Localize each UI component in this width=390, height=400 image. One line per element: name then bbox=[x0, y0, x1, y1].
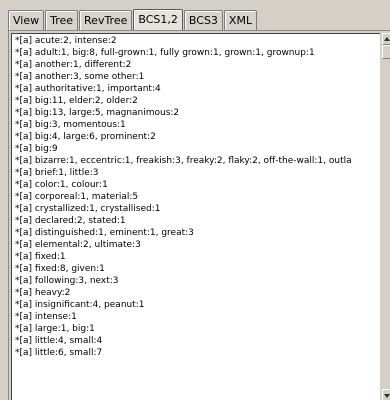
text-line: *[a] big:9 bbox=[15, 144, 58, 154]
tab-revtree[interactable]: RevTree bbox=[79, 10, 133, 30]
tab-panel: *[a] acute:2, intense:2 *[a] adult:1, bi… bbox=[8, 30, 390, 400]
text-line: *[a] brief:1, little:3 bbox=[15, 168, 99, 178]
text-line: *[a] bizarre:1, eccentric:1, freakish:3,… bbox=[15, 156, 352, 166]
text-line: *[a] corporeal:1, material:5 bbox=[15, 192, 139, 202]
text-line: *[a] acute:2, intense:2 bbox=[15, 36, 117, 46]
text-line: *[a] crystallized:1, crystallised:1 bbox=[15, 204, 161, 214]
text-line: *[a] big:11, elder:2, older:2 bbox=[15, 96, 138, 106]
tab-tree[interactable]: Tree bbox=[45, 10, 79, 30]
text-line: *[a] fixed:8, given:1 bbox=[15, 264, 105, 274]
text-line: *[a] following:3, next:3 bbox=[15, 276, 119, 286]
text-line: *[a] heavy:2 bbox=[15, 288, 71, 298]
text-line: *[a] color:1, colour:1 bbox=[15, 180, 108, 190]
text-line: *[a] another:3, some other:1 bbox=[15, 72, 145, 82]
text-line: *[a] elemental:2, ultimate:3 bbox=[15, 240, 141, 250]
tab-bcs12[interactable]: BCS1,2 bbox=[133, 9, 183, 30]
text-line: *[a] big:3, momentous:1 bbox=[15, 120, 126, 130]
text-line: *[a] distinguished:1, eminent:1, great:3 bbox=[15, 228, 194, 238]
scroll-up-arrow-icon[interactable] bbox=[382, 33, 390, 45]
text-line: *[a] insignificant:4, peanut:1 bbox=[15, 300, 145, 310]
text-line: *[a] large:1, big:1 bbox=[15, 324, 95, 334]
text-line: *[a] declared:2, stated:1 bbox=[15, 216, 126, 226]
text-line: *[a] adult:1, big:8, full-grown:1, fully… bbox=[15, 48, 315, 58]
text-line: *[a] big:13, large:5, magnanimous:2 bbox=[15, 108, 180, 118]
text-line: *[a] little:6, small:7 bbox=[15, 348, 103, 358]
text-line: *[a] fixed:1 bbox=[15, 252, 66, 262]
tab-view[interactable]: View bbox=[8, 10, 45, 30]
tab-xml[interactable]: XML bbox=[223, 10, 258, 30]
text-line: *[a] intense:1 bbox=[15, 312, 77, 322]
text-line: *[a] big:4, large:6, prominent:2 bbox=[15, 132, 156, 142]
text-line: *[a] another:1, different:2 bbox=[15, 60, 132, 70]
text-line: *[a] little:4, small:4 bbox=[15, 336, 103, 346]
text-line: *[a] authoritative:1, important:4 bbox=[15, 84, 161, 94]
text-lines: *[a] acute:2, intense:2 *[a] adult:1, bi… bbox=[15, 35, 380, 359]
vertical-scrollbar[interactable] bbox=[382, 33, 390, 400]
output-text-area[interactable]: *[a] acute:2, intense:2 *[a] adult:1, bi… bbox=[11, 33, 380, 400]
scroll-down-arrow-icon[interactable] bbox=[382, 389, 390, 400]
tab-bar: View Tree RevTree BCS1,2 BCS3 XML bbox=[8, 9, 258, 30]
scroll-thumb[interactable] bbox=[382, 45, 390, 59]
tab-bcs3[interactable]: BCS3 bbox=[183, 10, 223, 30]
